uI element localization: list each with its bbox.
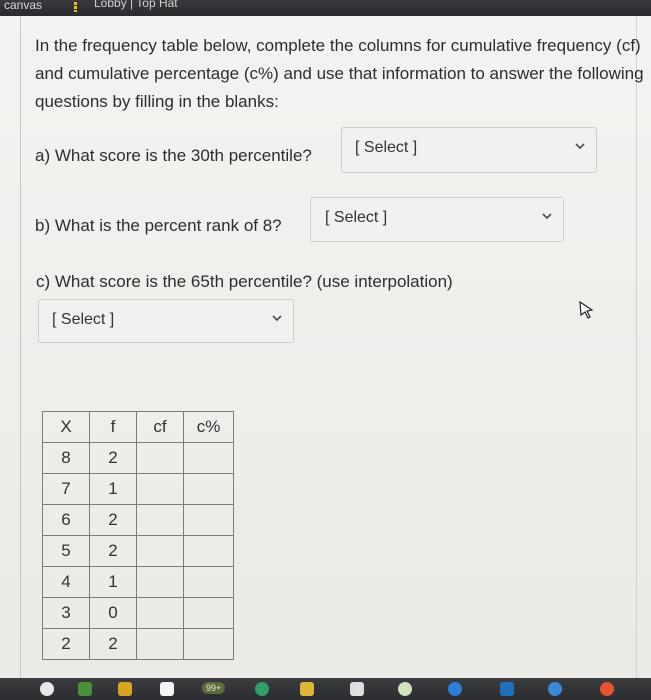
- taskbar: 99+: [0, 678, 651, 700]
- app-icon[interactable]: [78, 682, 92, 696]
- question-c-text: c) What score is the 65th percentile? (u…: [36, 272, 453, 291]
- tab-separator-icon: [74, 2, 77, 12]
- cell-f: 1: [89, 473, 137, 505]
- question-b-select[interactable]: [ Select ]: [310, 197, 564, 242]
- app-icon[interactable]: [350, 682, 364, 696]
- cell-x: 6: [42, 504, 90, 536]
- table-row: 3 0: [42, 597, 234, 629]
- content-border-left: [20, 16, 21, 678]
- table-row: 8 2: [42, 442, 234, 474]
- cell-f: 2: [89, 628, 137, 660]
- notification-badge: 99+: [202, 682, 226, 694]
- app-icon[interactable]: [448, 682, 462, 696]
- cell-cpercent: [183, 473, 234, 505]
- cell-cf: [136, 504, 184, 536]
- header-cpercent: c%: [183, 411, 234, 443]
- cell-cpercent: [183, 442, 234, 474]
- cell-cf: [136, 442, 184, 474]
- app-icon[interactable]: [118, 682, 132, 696]
- chevron-down-icon: [575, 143, 585, 150]
- chevron-down-icon: [542, 213, 552, 220]
- question-b-select-value: [ Select ]: [325, 209, 388, 226]
- quiz-question-panel: In the frequency table below, complete t…: [0, 16, 651, 678]
- frequency-table: X f cf c% 8 2 7 1 6 2 5 2 4 1 3 0 2 2: [42, 411, 234, 660]
- app-icon[interactable]: [40, 682, 54, 696]
- question-c-select-value: [ Select ]: [52, 311, 115, 328]
- app-icon[interactable]: [548, 682, 562, 696]
- browser-tab-bar: canvas Lobby | Top Hat: [0, 0, 651, 16]
- cell-cpercent: [183, 504, 234, 536]
- app-icon[interactable]: [600, 682, 614, 696]
- tab-canvas[interactable]: canvas: [4, 0, 42, 12]
- tab-lobby-top-hat[interactable]: Lobby | Top Hat: [94, 0, 178, 10]
- cell-x: 5: [42, 535, 90, 567]
- table-row: 7 1: [42, 473, 234, 505]
- header-x: X: [42, 411, 90, 443]
- cell-cf: [136, 628, 184, 660]
- cell-cf: [136, 566, 184, 598]
- question-b-text: b) What is the percent rank of 8?: [35, 216, 282, 235]
- table-row: 6 2: [42, 504, 234, 536]
- cell-x: 3: [42, 597, 90, 629]
- app-icon[interactable]: [398, 682, 412, 696]
- header-cf: cf: [136, 411, 184, 443]
- cell-x: 4: [42, 566, 90, 598]
- question-c-select[interactable]: [ Select ]: [38, 299, 294, 343]
- cell-f: 2: [89, 535, 137, 567]
- cell-cf: [136, 535, 184, 567]
- cell-f: 2: [89, 442, 137, 474]
- cell-cpercent: [183, 535, 234, 567]
- cell-cf: [136, 473, 184, 505]
- cell-x: 7: [42, 473, 90, 505]
- chevron-down-icon: [272, 315, 282, 322]
- app-icon[interactable]: [500, 682, 514, 696]
- question-a-select-value: [ Select ]: [355, 139, 418, 156]
- cell-cpercent: [183, 597, 234, 629]
- mouse-pointer-icon: [579, 300, 594, 319]
- question-a-select[interactable]: [ Select ]: [341, 127, 597, 173]
- table-row: 4 1: [42, 566, 234, 598]
- cell-f: 2: [89, 504, 137, 536]
- question-a-text: a) What score is the 30th percentile?: [35, 146, 312, 165]
- question-intro: In the frequency table below, complete t…: [35, 36, 644, 111]
- cell-f: 0: [89, 597, 137, 629]
- table-row: 2 2: [42, 628, 234, 660]
- cell-cpercent: [183, 628, 234, 660]
- header-f: f: [89, 411, 137, 443]
- cell-x: 8: [42, 442, 90, 474]
- table-header-row: X f cf c%: [42, 411, 234, 443]
- app-icon[interactable]: [160, 682, 174, 696]
- cell-x: 2: [42, 628, 90, 660]
- cell-cpercent: [183, 566, 234, 598]
- app-icon[interactable]: [300, 682, 314, 696]
- table-row: 5 2: [42, 535, 234, 567]
- app-icon[interactable]: [255, 682, 269, 696]
- cell-f: 1: [89, 566, 137, 598]
- cell-cf: [136, 597, 184, 629]
